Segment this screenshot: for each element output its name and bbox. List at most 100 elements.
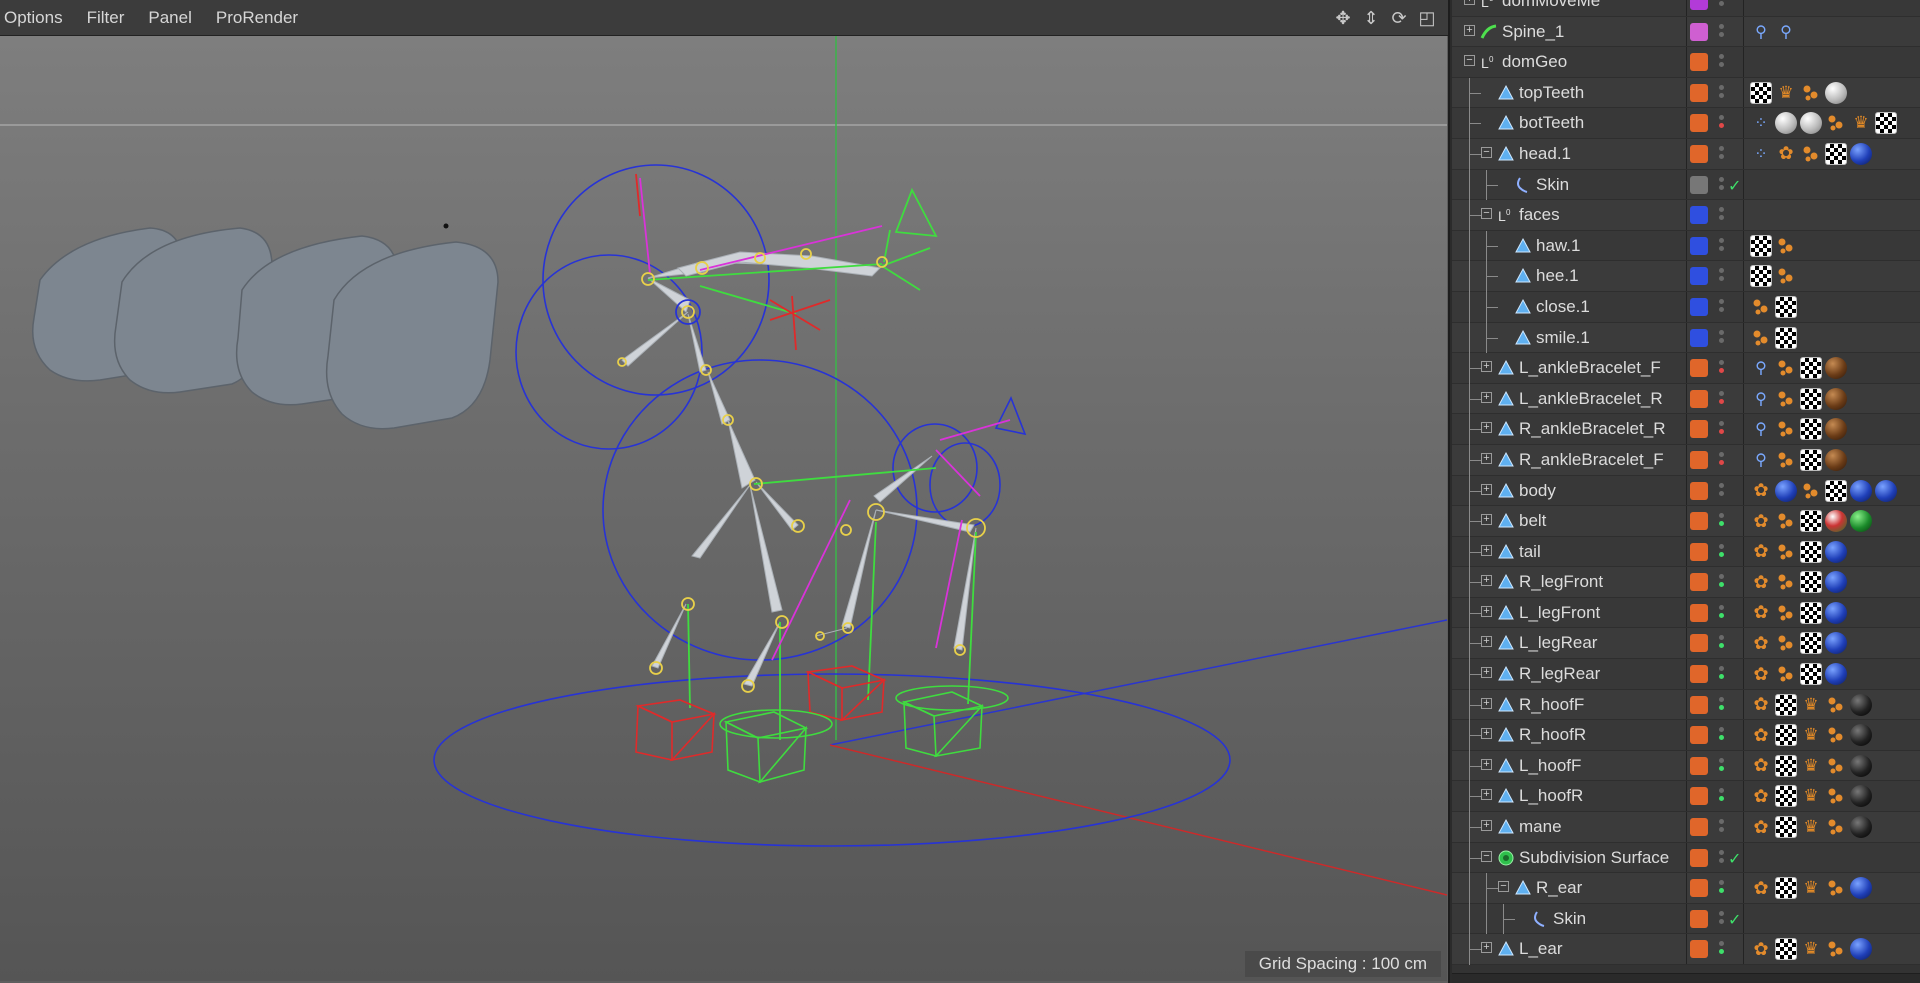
expand-toggle[interactable]: + — [1464, 24, 1475, 36]
object-name[interactable]: domGeo — [1502, 52, 1567, 72]
weight-tag-icon[interactable]: ✿ — [1750, 663, 1772, 685]
expand-toggle[interactable]: + — [1464, 0, 1475, 5]
spline-tag-icon[interactable]: ⚲ — [1750, 418, 1772, 440]
visibility-dots[interactable] — [1718, 663, 1726, 685]
visibility-dots[interactable] — [1718, 296, 1726, 318]
layer-color-swatch[interactable] — [1690, 481, 1708, 500]
menu-panel[interactable]: Panel — [136, 8, 203, 28]
object-row[interactable]: − L 0 faces — [1452, 200, 1920, 232]
expand-toggle[interactable]: + — [1481, 697, 1492, 709]
expand-toggle[interactable]: + — [1481, 789, 1492, 801]
object-row[interactable]: + mane ✿ ♛ — [1452, 812, 1920, 844]
texture-tag-icon[interactable] — [1800, 418, 1822, 441]
material-tag-icon[interactable] — [1850, 724, 1872, 747]
object-name[interactable]: botTeeth — [1519, 113, 1584, 133]
visibility-dots[interactable] — [1718, 0, 1726, 12]
object-row[interactable]: botTeeth ⁘ ♛ — [1452, 108, 1920, 140]
dolly-view-icon[interactable]: ⇕ — [1360, 7, 1382, 29]
visibility-dots[interactable] — [1718, 938, 1726, 960]
expand-toggle[interactable]: + — [1481, 636, 1492, 648]
object-name[interactable]: faces — [1519, 205, 1560, 225]
layer-color-swatch[interactable] — [1690, 144, 1708, 163]
texture-tag-icon[interactable] — [1800, 601, 1822, 624]
display-tag-icon[interactable] — [1775, 418, 1797, 440]
object-name[interactable]: R_hoofF — [1519, 695, 1584, 715]
texture-tag-icon[interactable] — [1800, 663, 1822, 686]
layer-color-swatch[interactable] — [1690, 756, 1708, 775]
texture-tag-icon[interactable] — [1800, 510, 1822, 533]
layer-color-swatch[interactable] — [1690, 450, 1708, 469]
visibility-dots[interactable] — [1718, 694, 1726, 716]
object-name[interactable]: Skin — [1536, 175, 1569, 195]
visibility-dots[interactable] — [1718, 632, 1726, 654]
display-tag-icon[interactable] — [1775, 357, 1797, 379]
object-row[interactable]: + L_hoofF ✿ ♛ — [1452, 750, 1920, 782]
display-tag-icon[interactable] — [1775, 663, 1797, 685]
object-name[interactable]: Spine_1 — [1502, 22, 1564, 42]
object-name[interactable]: R_legRear — [1519, 664, 1600, 684]
ik-tag-icon[interactable]: ♛ — [1775, 82, 1797, 104]
point-selection-tag-icon[interactable]: ⁘ — [1750, 112, 1772, 134]
weight-tag-icon[interactable]: ✿ — [1750, 724, 1772, 746]
material-tag-icon[interactable] — [1825, 387, 1847, 410]
object-name[interactable]: head.1 — [1519, 144, 1571, 164]
object-row[interactable]: + R_hoofF ✿ ♛ — [1452, 689, 1920, 721]
menu-options[interactable]: Options — [0, 8, 75, 28]
object-name[interactable]: R_ankleBracelet_F — [1519, 450, 1664, 470]
object-name[interactable]: hee.1 — [1536, 266, 1579, 286]
weight-tag-icon[interactable]: ✿ — [1750, 632, 1772, 654]
ik-tag-icon[interactable]: ♛ — [1800, 938, 1822, 960]
rotate-view-icon[interactable]: ⟳ — [1388, 7, 1410, 29]
weight-tag-icon[interactable]: ✿ — [1775, 143, 1797, 165]
material-tag-icon[interactable] — [1825, 540, 1847, 563]
object-name[interactable]: L_legFront — [1519, 603, 1600, 623]
layer-color-swatch[interactable] — [1690, 573, 1708, 592]
object-name[interactable]: Skin — [1553, 909, 1586, 929]
visibility-dots[interactable] — [1718, 816, 1726, 838]
viewport-3d-canvas[interactable]: Grid Spacing : 100 cm — [0, 36, 1447, 981]
object-name[interactable]: L_ankleBracelet_F — [1519, 358, 1661, 378]
object-row[interactable]: + belt ✿ — [1452, 506, 1920, 538]
visibility-dots[interactable] — [1718, 204, 1726, 226]
material-tag-icon[interactable] — [1825, 418, 1847, 441]
ik-tag-icon[interactable]: ♛ — [1800, 724, 1822, 746]
visibility-dots[interactable] — [1718, 571, 1726, 593]
visibility-dots[interactable] — [1718, 327, 1726, 349]
viewport-panel[interactable]: Options Filter Panel ProRender ✥ ⇕ ⟳ ◰ G… — [0, 0, 1450, 983]
object-manager-scrollbar[interactable] — [1452, 973, 1920, 983]
expand-toggle[interactable]: + — [1481, 942, 1492, 954]
object-name[interactable]: smile.1 — [1536, 328, 1590, 348]
expand-toggle[interactable]: + — [1481, 391, 1492, 403]
texture-tag-icon[interactable] — [1800, 632, 1822, 655]
layer-color-swatch[interactable] — [1690, 512, 1708, 531]
layer-color-swatch[interactable] — [1690, 53, 1708, 72]
object-name[interactable]: Subdivision Surface — [1519, 848, 1669, 868]
object-row[interactable]: + R_ankleBracelet_F ⚲ — [1452, 444, 1920, 476]
layer-color-swatch[interactable] — [1690, 909, 1708, 928]
ik-tag-icon[interactable]: ♛ — [1800, 755, 1822, 777]
weight-tag-icon[interactable]: ✿ — [1750, 510, 1772, 532]
visibility-dots[interactable] — [1718, 602, 1726, 624]
object-name[interactable]: L_legRear — [1519, 633, 1597, 653]
object-row[interactable]: + R_legRear ✿ — [1452, 659, 1920, 691]
layer-color-swatch[interactable] — [1690, 695, 1708, 714]
expand-toggle[interactable]: + — [1481, 422, 1492, 434]
collapse-toggle[interactable]: − — [1481, 850, 1492, 862]
material-tag-icon[interactable] — [1775, 479, 1797, 502]
layer-color-swatch[interactable] — [1690, 787, 1708, 806]
material-tag-icon[interactable] — [1850, 479, 1872, 502]
texture-tag-icon[interactable] — [1825, 479, 1847, 502]
move-view-icon[interactable]: ✥ — [1332, 7, 1354, 29]
visibility-dots[interactable] — [1718, 541, 1726, 563]
layer-color-swatch[interactable] — [1690, 83, 1708, 102]
weight-tag-icon[interactable]: ✿ — [1750, 541, 1772, 563]
visibility-dots[interactable] — [1718, 21, 1726, 43]
layer-color-swatch[interactable] — [1690, 328, 1708, 347]
menu-prorender[interactable]: ProRender — [204, 8, 310, 28]
object-row[interactable]: + L0 domMoveMe — [1452, 0, 1920, 17]
display-tag-icon[interactable] — [1775, 541, 1797, 563]
display-tag-icon[interactable] — [1775, 449, 1797, 471]
layer-color-swatch[interactable] — [1690, 206, 1708, 225]
expand-toggle[interactable]: + — [1481, 820, 1492, 832]
object-row[interactable]: + L_ankleBracelet_R ⚲ — [1452, 383, 1920, 415]
